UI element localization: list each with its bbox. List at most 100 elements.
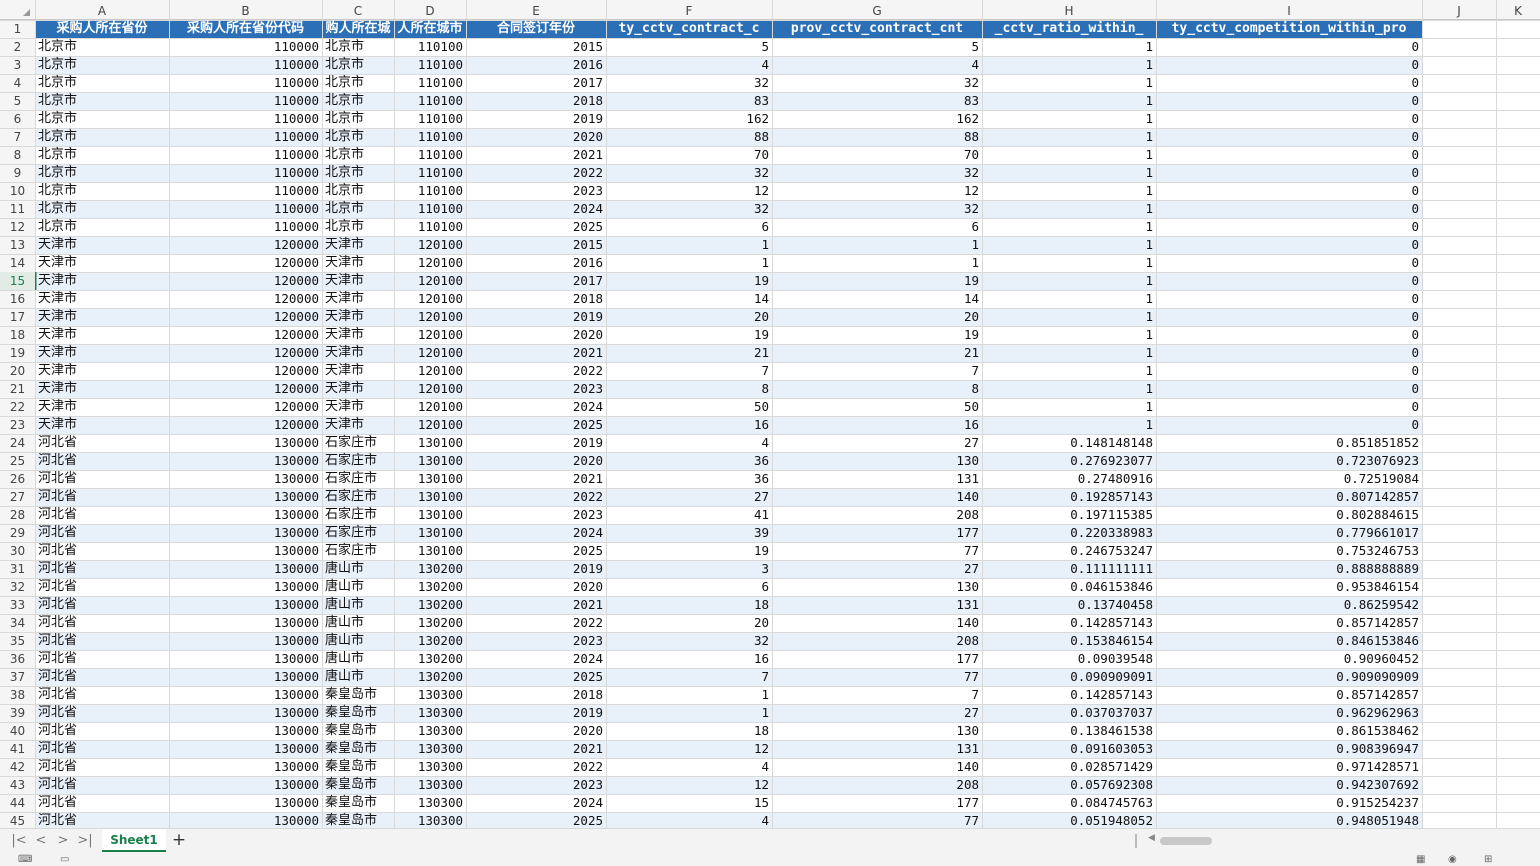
last-sheet-button[interactable]: >| <box>76 832 94 850</box>
table-cell[interactable]: 0.908396947 <box>1156 740 1422 758</box>
table-cell[interactable]: 130000 <box>169 794 322 812</box>
table-cell[interactable]: 130300 <box>394 740 466 758</box>
table-cell[interactable]: 0 <box>1156 308 1422 326</box>
table-cell[interactable]: 162 <box>772 110 982 128</box>
table-cell[interactable]: 130200 <box>394 614 466 632</box>
header-cell[interactable]: ty_cctv_contract_c <box>606 20 772 38</box>
scroll-left-icon[interactable]: ◀ <box>1148 833 1155 843</box>
table-cell[interactable]: 50 <box>606 398 772 416</box>
column-header-i[interactable]: I <box>1156 2 1422 20</box>
table-cell[interactable]: 0.276923077 <box>982 452 1156 470</box>
prev-sheet-button[interactable]: < <box>32 832 50 850</box>
table-cell[interactable]: 唐山市 <box>322 596 394 614</box>
table-cell[interactable]: 0.091603053 <box>982 740 1156 758</box>
row-header[interactable]: 16 <box>0 290 35 308</box>
row-header[interactable]: 32 <box>0 578 35 596</box>
table-cell[interactable]: 130 <box>772 452 982 470</box>
table-cell[interactable]: 河北省 <box>35 488 169 506</box>
table-cell[interactable]: 河北省 <box>35 794 169 812</box>
table-cell[interactable]: 0 <box>1156 272 1422 290</box>
table-cell[interactable]: 12 <box>606 182 772 200</box>
table-cell[interactable]: 0.197115385 <box>982 506 1156 524</box>
table-cell[interactable]: 河北省 <box>35 740 169 758</box>
table-cell[interactable]: 130000 <box>169 686 322 704</box>
table-cell[interactable]: 120000 <box>169 290 322 308</box>
table-cell[interactable]: 110000 <box>169 128 322 146</box>
table-cell[interactable]: 120100 <box>394 416 466 434</box>
table-cell[interactable]: 130300 <box>394 686 466 704</box>
table-cell[interactable]: 2019 <box>466 560 606 578</box>
table-cell[interactable]: 32 <box>606 164 772 182</box>
table-cell[interactable]: 1 <box>982 56 1156 74</box>
table-cell[interactable]: 天津市 <box>35 380 169 398</box>
table-cell[interactable]: 177 <box>772 650 982 668</box>
table-cell[interactable]: 50 <box>772 398 982 416</box>
page-layout-icon[interactable]: ⊞ <box>1484 853 1492 866</box>
table-cell[interactable]: 石家庄市 <box>322 434 394 452</box>
table-cell[interactable]: 130300 <box>394 812 466 828</box>
table-cell[interactable]: 110000 <box>169 200 322 218</box>
table-cell[interactable]: 130 <box>772 722 982 740</box>
row-header[interactable]: 18 <box>0 326 35 344</box>
table-cell[interactable]: 0.807142857 <box>1156 488 1422 506</box>
row-header[interactable]: 13 <box>0 236 35 254</box>
row-header[interactable]: 25 <box>0 452 35 470</box>
table-cell[interactable]: 130000 <box>169 470 322 488</box>
table-cell[interactable]: 1 <box>982 236 1156 254</box>
table-cell[interactable]: 77 <box>772 542 982 560</box>
header-cell[interactable]: _cctv_ratio_within_ <box>982 20 1156 38</box>
table-cell[interactable]: 北京市 <box>322 56 394 74</box>
table-cell[interactable]: 河北省 <box>35 596 169 614</box>
table-cell[interactable]: 0.857142857 <box>1156 686 1422 704</box>
table-cell[interactable]: 2024 <box>466 398 606 416</box>
table-cell[interactable]: 2018 <box>466 686 606 704</box>
column-header-j[interactable]: J <box>1422 2 1496 20</box>
table-cell[interactable]: 河北省 <box>35 452 169 470</box>
row-header[interactable]: 22 <box>0 398 35 416</box>
table-cell[interactable]: 131 <box>772 596 982 614</box>
table-cell[interactable]: 130100 <box>394 542 466 560</box>
table-cell[interactable]: 2016 <box>466 56 606 74</box>
row-header[interactable]: 45 <box>0 812 35 828</box>
table-cell[interactable]: 1 <box>606 686 772 704</box>
table-cell[interactable]: 2024 <box>466 794 606 812</box>
table-cell[interactable]: 20 <box>772 308 982 326</box>
table-cell[interactable]: 2016 <box>466 254 606 272</box>
table-cell[interactable]: 0.148148148 <box>982 434 1156 452</box>
table-cell[interactable]: 2023 <box>466 776 606 794</box>
table-cell[interactable]: 天津市 <box>322 272 394 290</box>
table-cell[interactable]: 北京市 <box>35 164 169 182</box>
row-header[interactable]: 11 <box>0 200 35 218</box>
table-cell[interactable]: 河北省 <box>35 578 169 596</box>
table-cell[interactable]: 12 <box>606 740 772 758</box>
table-cell[interactable]: 天津市 <box>35 236 169 254</box>
table-cell[interactable]: 83 <box>606 92 772 110</box>
row-header[interactable]: 27 <box>0 488 35 506</box>
table-cell[interactable]: 石家庄市 <box>322 488 394 506</box>
table-cell[interactable]: 130000 <box>169 722 322 740</box>
table-cell[interactable]: 天津市 <box>35 398 169 416</box>
table-cell[interactable]: 2023 <box>466 506 606 524</box>
row-header[interactable]: 34 <box>0 614 35 632</box>
table-cell[interactable]: 2017 <box>466 272 606 290</box>
table-cell[interactable]: 4 <box>772 56 982 74</box>
table-cell[interactable]: 天津市 <box>35 326 169 344</box>
table-cell[interactable]: 2019 <box>466 308 606 326</box>
table-cell[interactable]: 5 <box>772 38 982 56</box>
table-cell[interactable]: 0.138461538 <box>982 722 1156 740</box>
table-cell[interactable]: 1 <box>982 254 1156 272</box>
table-cell[interactable]: 130200 <box>394 650 466 668</box>
header-cell[interactable]: 采购人所在省份 <box>35 20 169 38</box>
table-cell[interactable]: 天津市 <box>322 416 394 434</box>
sheet-tab-sheet1[interactable]: Sheet1 <box>102 829 166 852</box>
table-cell[interactable]: 177 <box>772 524 982 542</box>
table-cell[interactable]: 130000 <box>169 776 322 794</box>
table-cell[interactable]: 0.246753247 <box>982 542 1156 560</box>
table-cell[interactable]: 110000 <box>169 110 322 128</box>
table-cell[interactable]: 2024 <box>466 650 606 668</box>
table-cell[interactable]: 天津市 <box>322 290 394 308</box>
table-cell[interactable]: 北京市 <box>35 146 169 164</box>
table-cell[interactable]: 7 <box>606 668 772 686</box>
table-cell[interactable]: 0.142857143 <box>982 686 1156 704</box>
table-cell[interactable]: 0.888888889 <box>1156 560 1422 578</box>
